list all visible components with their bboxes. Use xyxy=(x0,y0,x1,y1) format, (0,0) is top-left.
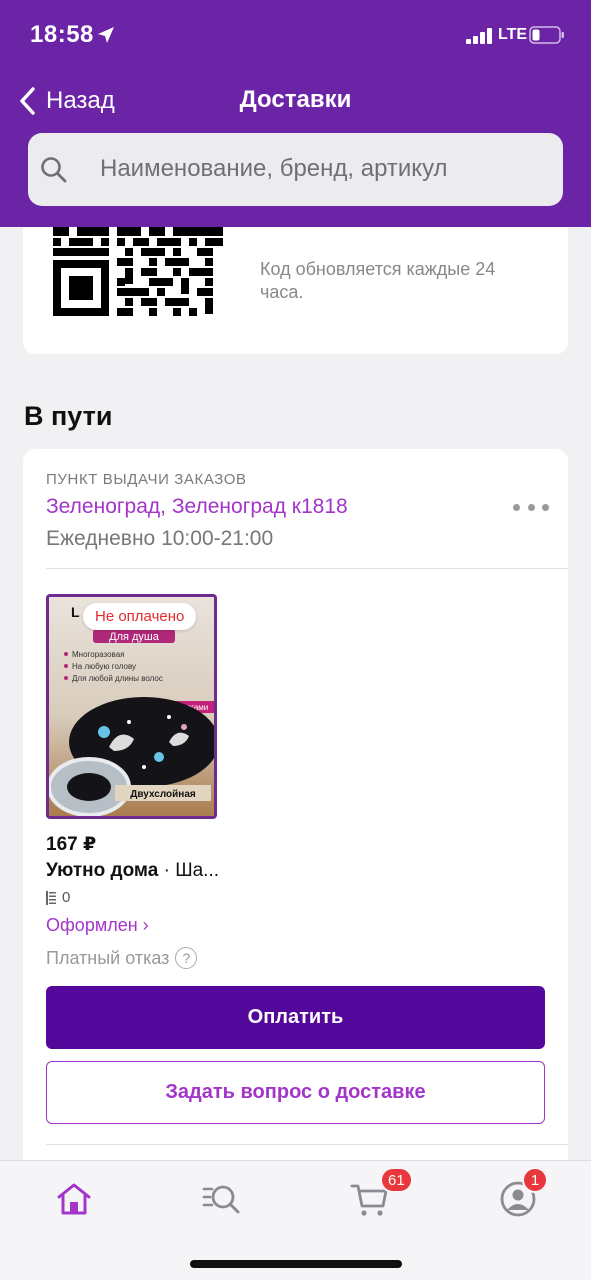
tab-home[interactable] xyxy=(54,1179,94,1219)
qr-code-image[interactable] xyxy=(53,226,223,322)
svg-text:L: L xyxy=(71,604,80,620)
home-icon xyxy=(57,1183,91,1215)
search-input[interactable] xyxy=(100,147,550,191)
help-icon[interactable]: ? xyxy=(175,947,198,969)
catalog-search-icon xyxy=(202,1185,240,1214)
divider xyxy=(46,568,568,569)
product-name[interactable]: Уютно дома · Ша... xyxy=(46,860,219,882)
dot-icon xyxy=(513,504,520,511)
pay-button[interactable]: Оплатить xyxy=(46,986,545,1049)
order-status-link[interactable]: Оформлен › xyxy=(46,915,149,936)
pickup-address-link[interactable]: Зеленоград, Зеленоград к1818 xyxy=(46,495,348,519)
search-bar[interactable] xyxy=(28,133,563,206)
more-options-button[interactable] xyxy=(513,504,549,512)
image-top-text: Для душа xyxy=(109,631,160,643)
image-bullet: На любую голову xyxy=(72,662,136,671)
home-indicator xyxy=(190,1260,402,1268)
nav-bar: Назад Доставки xyxy=(0,78,591,124)
product-price: 167 ₽ xyxy=(46,834,97,855)
product-brand: Уютно дома xyxy=(46,860,159,881)
tab-profile[interactable]: 1 xyxy=(498,1167,548,1219)
tab-catalog[interactable] xyxy=(201,1179,241,1219)
image-bottom-text: Двухслойная xyxy=(130,789,196,800)
qr-refresh-note: Код обновляется каждые 24 часа. xyxy=(260,259,496,302)
product-image[interactable]: L Для душа Многоразовая На любую голову … xyxy=(46,594,217,819)
status-time: 18:58 xyxy=(30,21,94,48)
network-label: LTE xyxy=(498,26,528,43)
status-bar: 18:58 LTE xyxy=(0,0,591,70)
back-button[interactable]: Назад xyxy=(16,84,115,118)
pickup-hours: Ежедневно 10:00-21:00 xyxy=(46,527,274,550)
divider xyxy=(46,1144,568,1145)
battery-icon xyxy=(529,26,564,44)
image-bullet: Для любой длины волос xyxy=(72,674,163,683)
pickup-point-label: ПУНКТ ВЫДАЧИ ЗАКАЗОВ xyxy=(46,471,247,488)
paid-refusal-label: Платный отказ xyxy=(46,947,170,968)
location-arrow-icon xyxy=(98,27,114,43)
quantity-row: 0 xyxy=(46,889,70,906)
image-bullet: Многоразовая xyxy=(72,650,125,659)
in-transit-heading: В пути xyxy=(24,401,113,431)
dot-icon xyxy=(527,504,535,511)
signal-icon xyxy=(466,28,492,44)
chevron-left-icon xyxy=(20,87,35,115)
app-header: 18:58 LTE Назад Доставки xyxy=(0,0,591,227)
profile-notification-badge: 1 xyxy=(522,1167,548,1193)
quantity-value: 0 xyxy=(62,889,71,906)
back-label: Назад xyxy=(46,87,115,114)
tab-cart[interactable]: 61 xyxy=(350,1167,413,1219)
list-icon xyxy=(46,890,56,905)
dot-icon xyxy=(542,504,549,511)
product-title: · Ша... xyxy=(158,860,220,881)
search-icon xyxy=(41,157,67,183)
paid-refusal-row: Платный отказ ? xyxy=(46,947,198,969)
unpaid-badge: Не оплачено xyxy=(83,603,197,630)
cart-count-badge: 61 xyxy=(380,1167,413,1193)
delivery-card: ПУНКТ ВЫДАЧИ ЗАКАЗОВ Зеленоград, Зеленог… xyxy=(23,449,568,1209)
ask-delivery-question-button[interactable]: Задать вопрос о доставке xyxy=(46,1061,545,1124)
